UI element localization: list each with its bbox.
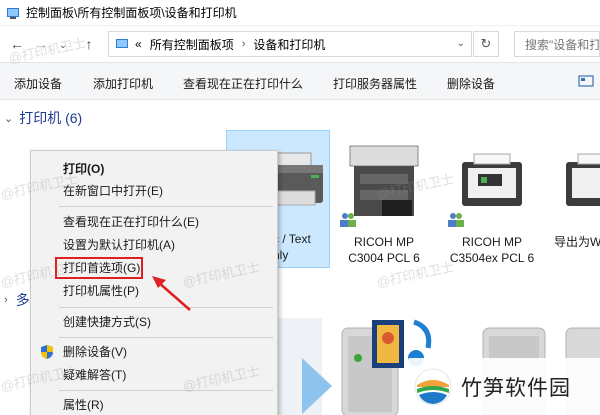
- title-bar: 控制面板\所有控制面板项\设备和打印机: [0, 0, 600, 26]
- shared-user-icon: [340, 213, 356, 227]
- chevron-down-icon[interactable]: ⌄: [4, 112, 13, 125]
- menu-item-set-default[interactable]: 设置为默认打印机(A): [31, 234, 277, 256]
- printer-name-line2: C3504ex PCL 6: [449, 251, 535, 265]
- annotation-highlight-box: [55, 257, 143, 279]
- menu-item-open-new-window[interactable]: 在新窗口中打开(E): [31, 180, 277, 202]
- add-printer-button[interactable]: 添加打印机: [93, 75, 153, 92]
- breadcrumb-all-items[interactable]: 所有控制面板项: [150, 36, 234, 53]
- menu-item-troubleshoot[interactable]: 疑难解答(T): [31, 364, 277, 386]
- forward-arrow-icon[interactable]: →: [30, 33, 52, 55]
- printer-tile-ricoh-c3004[interactable]: RICOH MP C3004 PCL 6: [332, 140, 436, 268]
- printer-name-line1: 导出为W: [554, 235, 600, 249]
- annotation-arrow-icon: [152, 276, 191, 311]
- menu-item-create-shortcut[interactable]: 创建快捷方式(S): [31, 311, 277, 333]
- control-panel-icon: [116, 39, 128, 48]
- see-whats-printing-button[interactable]: 查看现在正在打印什么: [183, 75, 303, 92]
- printers-group-label: 打印机 (6): [19, 110, 83, 126]
- view-options-icon[interactable]: [578, 74, 594, 88]
- menu-separator: [59, 390, 273, 391]
- video-film-icon: [372, 320, 404, 368]
- command-bar: 添加设备 添加打印机 查看现在正在打印什么 打印服务器属性 删除设备: [0, 62, 600, 100]
- up-arrow-icon[interactable]: ↑: [78, 33, 100, 55]
- control-panel-icon: [7, 7, 19, 19]
- menu-item-remove-device[interactable]: 删除设备(V): [31, 341, 277, 363]
- printer-name-line1: RICOH MP: [354, 235, 414, 249]
- menu-item-see-whats-printing[interactable]: 查看现在正在打印什么(E): [31, 211, 277, 233]
- add-device-button[interactable]: 添加设备: [14, 75, 62, 92]
- multimedia-group-label: 多: [15, 292, 30, 308]
- chevron-right-icon[interactable]: ›: [242, 38, 246, 50]
- print-server-properties-button[interactable]: 打印服务器属性: [333, 75, 417, 92]
- printer-tile-ricoh-c3504ex[interactable]: RICOH MP C3504ex PCL 6: [440, 140, 544, 268]
- search-input[interactable]: 搜索"设备和打: [514, 31, 600, 57]
- multimedia-group-header[interactable]: › 多: [4, 290, 30, 310]
- recent-dropdown-icon[interactable]: ⌄: [52, 34, 74, 56]
- printers-group-header[interactable]: ⌄ 打印机 (6): [4, 108, 82, 128]
- window-title: 控制面板\所有控制面板项\设备和打印机: [26, 6, 237, 20]
- breadcrumb-devices-printers[interactable]: 设备和打印机: [253, 36, 325, 53]
- brand-name: 竹笋软件园: [461, 376, 571, 400]
- menu-item-properties[interactable]: 属性(R): [31, 394, 277, 415]
- refresh-button[interactable]: ↻: [473, 31, 499, 57]
- search-placeholder: 搜索"设备和打: [525, 37, 600, 52]
- menu-separator: [59, 206, 273, 207]
- chevron-right-icon[interactable]: ›: [4, 294, 8, 306]
- breadcrumb-overflow[interactable]: «: [135, 37, 142, 51]
- printer-name-line1: c / Text: [273, 232, 311, 246]
- printer-icon: [566, 153, 600, 206]
- refresh-icon: ↻: [480, 36, 492, 51]
- printer-name-line1: RICOH MP: [462, 235, 522, 249]
- address-row: ← → ⌄ ↑ « 所有控制面板项 › 设备和打印机 ⌄ ↻ 搜索"设备和打: [0, 28, 600, 60]
- back-arrow-icon[interactable]: ←: [6, 33, 28, 55]
- brand-badge: 竹笋软件园: [405, 358, 600, 415]
- printer-tile-export[interactable]: 导出为W: [548, 140, 600, 268]
- brand-logo-icon: [414, 368, 452, 405]
- menu-separator: [59, 337, 273, 338]
- menu-item-print[interactable]: 打印(O): [31, 158, 277, 180]
- shared-user-icon: [448, 213, 464, 227]
- address-bar[interactable]: « 所有控制面板项 › 设备和打印机 ⌄: [108, 31, 472, 57]
- chevron-down-icon[interactable]: ⌄: [457, 38, 465, 49]
- printer-name-line2: C3004 PCL 6: [348, 251, 420, 265]
- remove-device-button[interactable]: 删除设备: [447, 75, 495, 92]
